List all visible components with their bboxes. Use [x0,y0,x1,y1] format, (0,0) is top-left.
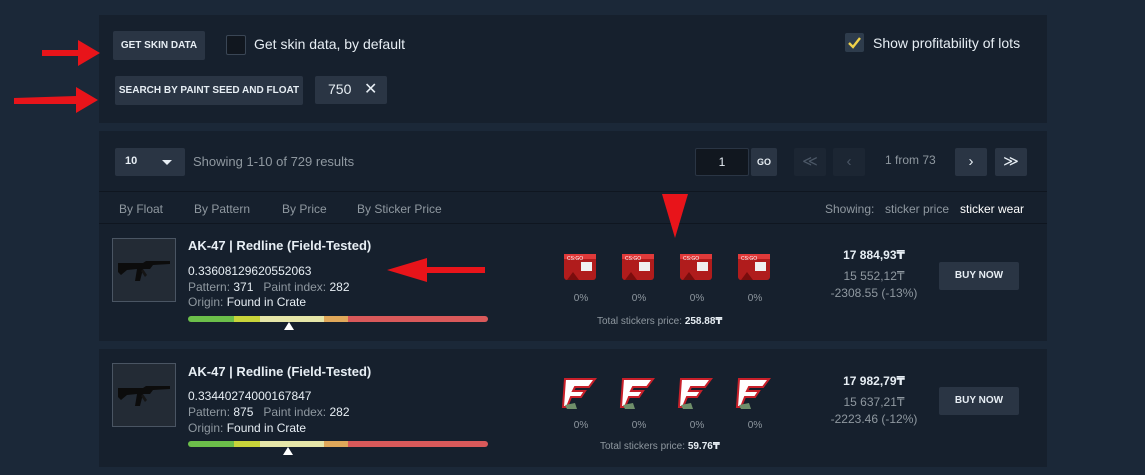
prev-page-button[interactable]: ‹ [833,148,865,176]
faze-sticker-icon[interactable] [735,373,775,411]
total-stickers-price: Total stickers price: 258.88₸ [597,316,722,327]
divider [99,223,1047,224]
sort-by-sticker-price[interactable]: By Sticker Price [357,202,442,216]
pattern-label: Pattern: [188,405,231,419]
faze-sticker-icon[interactable] [677,373,717,411]
page-number-input[interactable] [695,148,749,176]
pattern-value: 371 [233,280,254,294]
item-thumbnail[interactable] [112,363,176,427]
faze-sticker-icon[interactable] [561,373,601,411]
sticker-wear: 0% [631,293,647,304]
origin-label: Origin: [188,295,224,309]
annotation-arrow-icon [662,194,688,238]
paint-index-value: 282 [329,280,350,294]
sticker-wear: 0% [689,420,705,431]
close-icon[interactable]: ✕ [364,79,377,99]
origin-label: Origin: [188,421,224,435]
sort-by-price[interactable]: By Price [282,202,327,216]
sticker-wear: 0% [747,420,763,431]
sticker-wear: 0% [631,420,647,431]
item-name[interactable]: AK-47 | Redline (Field-Tested) [188,364,371,379]
cs-sticker-icon[interactable]: CS:GO [561,248,601,286]
wear-bar [188,316,488,322]
item-origin-row: Origin: Found in Crate [188,421,306,435]
results-panel-row-2: AK-47 | Redline (Field-Tested) 0.3344027… [99,349,1047,467]
item-thumbnail[interactable] [112,238,176,302]
seed-filter-value: 750 [328,81,352,97]
wear-marker [283,322,294,330]
total-stickers-label: Total stickers price: [597,316,683,327]
chevron-down-icon [162,160,172,165]
next-page-button[interactable]: › [955,148,987,176]
item-float: 0.33440274000167847 [188,389,312,403]
sort-by-float[interactable]: By Float [119,202,163,216]
item-reference-price: 15 637,21₸ [843,395,905,409]
search-paint-seed-button[interactable]: SEARCH BY PAINT SEED AND FLOAT [115,76,303,105]
annotation-arrow-icon [14,87,98,113]
total-stickers-label: Total stickers price: [600,441,686,452]
svg-text:CS:GO: CS:GO [741,256,757,262]
sticker-wear: 0% [689,293,705,304]
default-skin-data-checkbox[interactable] [226,35,246,55]
page-indicator: 1 from 73 [885,153,936,167]
sort-by-pattern[interactable]: By Pattern [194,202,250,216]
cs-sticker-icon[interactable]: CS:GO [619,248,659,286]
origin-value: Found in Crate [226,421,307,435]
rifle-icon [118,386,170,406]
show-sticker-price[interactable]: sticker price [885,202,949,216]
buy-now-button[interactable]: BUY NOW [939,262,1019,290]
item-profit: -2223.46 (-12%) [830,412,918,426]
item-price: 17 982,79₸ [843,374,905,388]
item-profit: -2308.55 (-13%) [830,286,918,300]
buy-now-button[interactable]: BUY NOW [939,387,1019,415]
item-price: 17 884,93₸ [843,248,905,262]
wear-marker [283,447,294,455]
check-icon [848,37,861,49]
item-reference-price: 15 552,12₸ [843,269,905,283]
showing-label: Showing: [825,202,875,216]
first-page-button[interactable]: ≪ [794,148,826,176]
last-page-button[interactable]: ≫ [995,148,1027,176]
origin-value: Found in Crate [226,295,307,309]
sticker-wear: 0% [573,293,589,304]
cs-sticker-icon[interactable]: CS:GO [735,248,775,286]
annotation-arrow-icon [42,40,100,66]
svg-text:CS:GO: CS:GO [683,256,699,262]
seed-filter-chip: 750 ✕ [315,76,387,104]
item-pattern-row: Pattern: 371 Paint index: 282 [188,280,350,294]
annotation-arrow-icon [387,258,485,282]
page-size-select[interactable]: 10 [115,148,185,176]
total-stickers-price: Total stickers price: 59.76₸ [600,441,720,452]
rifle-icon [118,261,170,281]
svg-text:CS:GO: CS:GO [625,256,641,262]
default-skin-data-label: Get skin data, by default [254,36,405,52]
filter-panel: GET SKIN DATA Get skin data, by default … [99,15,1047,123]
get-skin-data-button[interactable]: GET SKIN DATA [113,31,205,60]
results-count: Showing 1-10 of 729 results [193,154,355,169]
pattern-value: 875 [233,405,254,419]
profitability-checkbox[interactable] [845,33,864,52]
page-size-value: 10 [125,155,138,167]
pattern-label: Pattern: [188,280,231,294]
sticker-wear: 0% [747,293,763,304]
wear-bar [188,441,488,447]
total-stickers-value: 258.88₸ [684,316,723,327]
svg-text:CS:GO: CS:GO [567,256,583,262]
paint-index-value: 282 [329,405,350,419]
paint-index-label: Paint index: [263,405,327,419]
results-panel: 10 Showing 1-10 of 729 results GO ≪ ‹ 1 … [99,131,1047,341]
paint-index-label: Paint index: [263,280,327,294]
cs-sticker-icon[interactable]: CS:GO [677,248,717,286]
item-name[interactable]: AK-47 | Redline (Field-Tested) [188,238,371,253]
item-origin-row: Origin: Found in Crate [188,295,306,309]
divider [99,191,1047,192]
go-button[interactable]: GO [751,148,777,176]
total-stickers-value: 59.76₸ [687,441,720,452]
faze-sticker-icon[interactable] [619,373,659,411]
show-sticker-wear[interactable]: sticker wear [960,202,1024,216]
item-pattern-row: Pattern: 875 Paint index: 282 [188,405,350,419]
sticker-wear: 0% [573,420,589,431]
profitability-label: Show profitability of lots [873,35,1021,51]
item-float: 0.33608129620552063 [188,264,312,278]
